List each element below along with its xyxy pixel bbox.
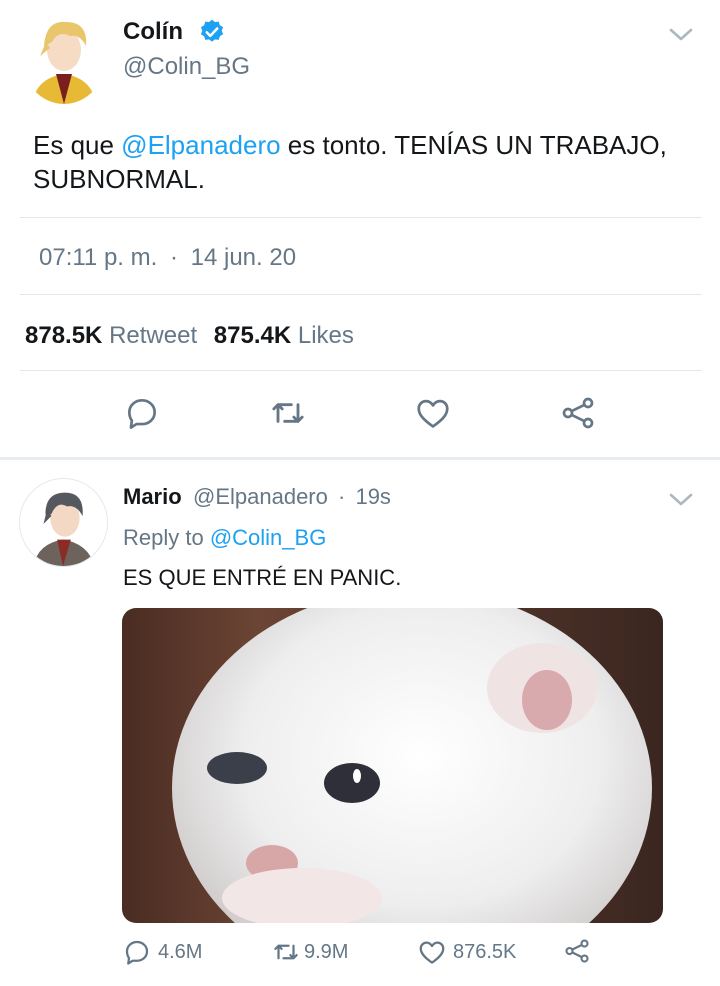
- divider: [20, 294, 702, 295]
- reply-header-meta: @Elpanadero · 19s: [193, 484, 391, 510]
- reply-author-name[interactable]: Mario: [123, 484, 182, 510]
- verified-badge-icon: [200, 19, 224, 42]
- reply-button[interactable]: [122, 393, 162, 433]
- reply-target-link[interactable]: @Colin_BG: [210, 525, 327, 550]
- retweet-icon: [272, 403, 304, 423]
- retweet-button[interactable]: [268, 393, 308, 433]
- share-icon: [562, 397, 594, 429]
- reply-text: ES QUE ENTRÉ EN PANIC.: [123, 565, 402, 590]
- retweet-count: 878.5K: [25, 322, 103, 349]
- tweet-text-start: Es que: [33, 130, 122, 160]
- like-icon: [417, 399, 449, 428]
- like-stat[interactable]: 875.4K Likes: [214, 322, 354, 349]
- chevron-down-icon[interactable]: [668, 492, 694, 508]
- tweet-timestamp[interactable]: 07:11 p. m. · 14 jun. 20: [39, 244, 296, 272]
- tweet-date: 14 jun. 20: [190, 244, 297, 271]
- reply-context: Reply to @Colin_BG: [123, 525, 326, 551]
- reply-image[interactable]: [122, 608, 663, 923]
- author-avatar[interactable]: [22, 12, 106, 104]
- like-icon: [419, 941, 445, 964]
- reply-prefix: Reply to: [123, 525, 210, 550]
- retweet-icon: [274, 944, 298, 960]
- retweet-label: Retweet: [109, 322, 198, 349]
- reply-like-button[interactable]: 876.5K: [417, 937, 516, 967]
- author-handle[interactable]: @Colin_BG: [123, 53, 250, 81]
- tweet-time: 07:11 p. m.: [39, 244, 158, 271]
- reply-icon: [127, 398, 157, 429]
- section-divider: [0, 457, 720, 460]
- like-count: 875.4K: [213, 322, 292, 349]
- reply-author-handle[interactable]: @Elpanadero: [193, 484, 328, 509]
- retweet-stat[interactable]: 878.5K Retweet: [25, 322, 197, 349]
- tweet-mention-link[interactable]: @Elpanadero: [121, 130, 280, 160]
- like-label: Likes: [297, 322, 354, 349]
- reply-age[interactable]: 19s: [355, 484, 390, 509]
- divider: [20, 217, 702, 218]
- share-icon: [565, 939, 589, 963]
- author-name[interactable]: Colín: [123, 18, 183, 46]
- chevron-down-icon[interactable]: [668, 27, 694, 43]
- reply-author-avatar[interactable]: [19, 478, 108, 567]
- meta-separator: ·: [169, 244, 178, 271]
- reply-retweet-count: 9.9M: [304, 940, 349, 963]
- reply-reply-count: 4.6M: [158, 940, 203, 963]
- reply-icon: [125, 940, 149, 965]
- reply-share-button[interactable]: [562, 936, 592, 966]
- share-button[interactable]: [558, 393, 598, 433]
- tweet-stats: 878.5K Retweet 875.4K Likes: [25, 322, 354, 350]
- meta-separator: ·: [338, 484, 346, 509]
- like-button[interactable]: [413, 393, 453, 433]
- divider: [20, 370, 702, 371]
- tweet-text: Es que @Elpanadero es tonto. TENÍAS UN T…: [33, 128, 693, 196]
- reply-retweet-button[interactable]: 9.9M: [270, 937, 348, 967]
- reply-reply-button[interactable]: 4.6M: [122, 937, 202, 967]
- reply-like-count: 876.5K: [453, 940, 517, 963]
